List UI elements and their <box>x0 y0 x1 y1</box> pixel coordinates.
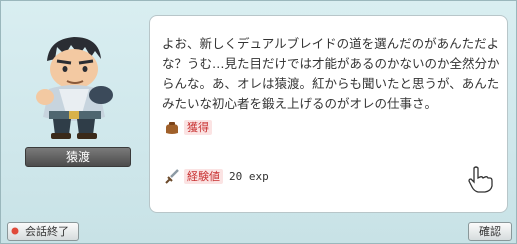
dialog-text: よお、新しくデュアルブレイドの道を選んだのがあんただよな？うむ…見た目だけでは才… <box>162 36 500 111</box>
reward-exp-label: 経験値 <box>184 168 223 184</box>
sword-icon <box>165 169 179 184</box>
pointing-hand-icon <box>468 166 493 193</box>
dialog-text-panel: よお、新しくデュアルブレイドの道を選んだのがあんただよな？うむ…見た目だけでは才… <box>149 15 508 213</box>
reward-exp-row: 経験値 20 exp <box>164 168 269 184</box>
red-dot-icon <box>11 227 19 235</box>
npc-portrait <box>36 37 113 139</box>
bag-icon <box>166 121 178 134</box>
npc-dialog-window: 猿渡 よお、新しくデュアルブレイドの道を選んだのがあんただよな？うむ…見た目だけ… <box>0 0 517 244</box>
confirm-button[interactable]: 確認 <box>468 222 512 241</box>
reward-exp-value: 20 exp <box>229 169 269 183</box>
end-conversation-button[interactable]: 会話終了 <box>7 222 79 241</box>
reward-item-row: 獲得 <box>164 120 212 135</box>
reward-item-label: 獲得 <box>184 120 212 135</box>
npc-name-label: 猿渡 <box>25 147 131 167</box>
confirm-label: 確認 <box>479 225 501 238</box>
end-conversation-label: 会話終了 <box>25 225 69 238</box>
